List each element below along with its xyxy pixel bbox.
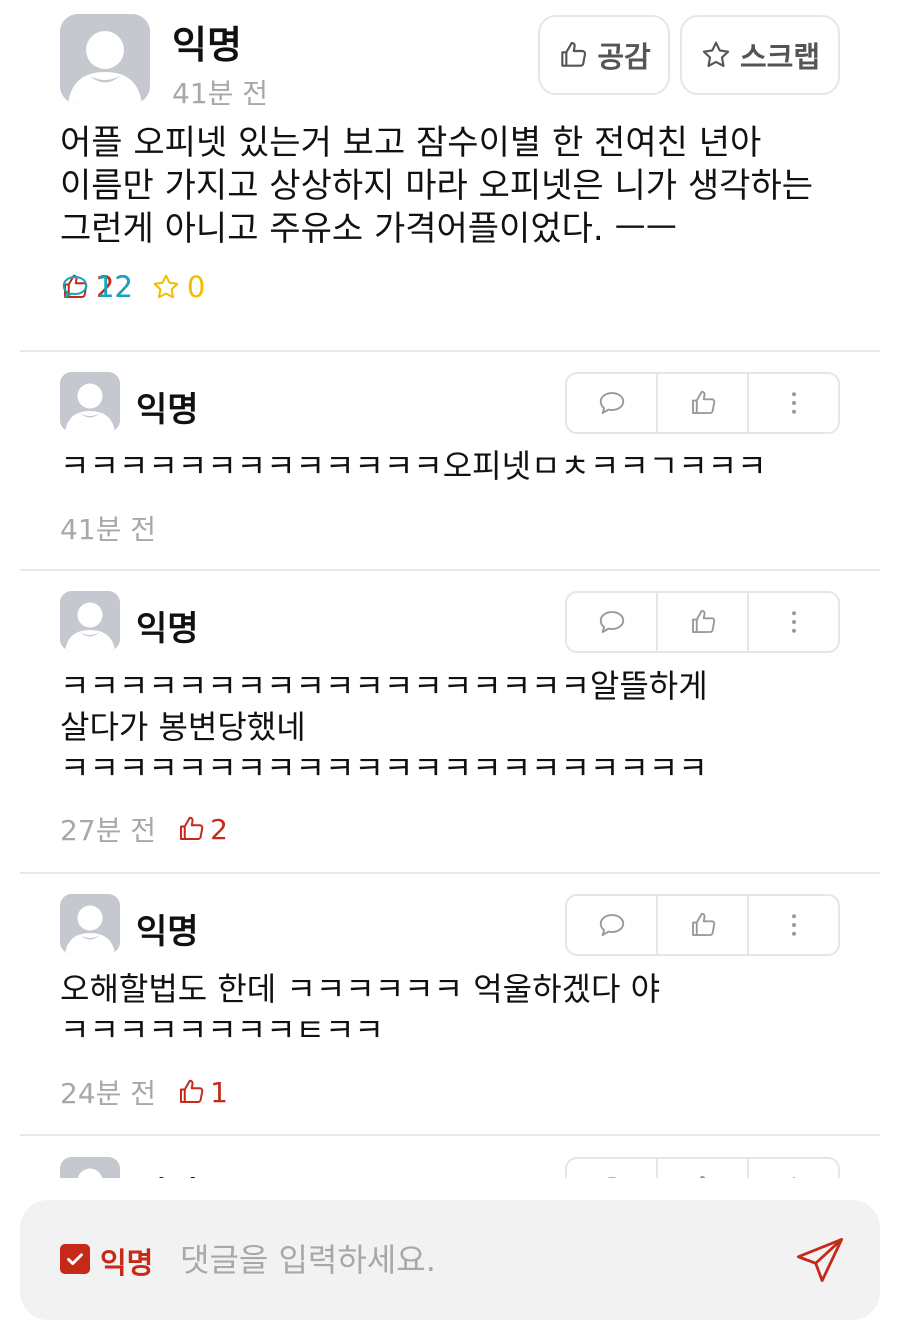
scrap-button[interactable]: 스크랩 xyxy=(680,15,840,95)
paper-plane-icon xyxy=(796,1238,844,1282)
comment-actions xyxy=(565,591,840,653)
kebab-menu-icon xyxy=(791,914,796,936)
comment-text: ㅋㅋㅋㅋㅋㅋㅋㅋㅋㅋㅋㅋㅋ오피넷ㅁㅊㅋㅋㄱㅋㅋㅋ xyxy=(60,446,840,487)
comment-more-button[interactable] xyxy=(749,593,838,651)
comment-item-partial: 익명 xyxy=(0,1137,900,1178)
send-button[interactable] xyxy=(794,1234,846,1286)
comment-timestamp: 41분 전 xyxy=(60,513,157,546)
post: 익명 41분 전 공감 스크랩 어플 오피넷 있는거 보고 잠수이별 한 전여친… xyxy=(0,0,900,352)
comment-like-button[interactable] xyxy=(658,1159,749,1178)
comment-author: 익명 xyxy=(136,1167,199,1178)
comment-more-button[interactable] xyxy=(749,374,838,432)
comment-input[interactable] xyxy=(180,1230,780,1290)
scrap-button-label: 스크랩 xyxy=(739,40,821,74)
comment-more-button[interactable] xyxy=(749,1159,838,1178)
anonymous-checkbox[interactable] xyxy=(60,1244,90,1274)
comment-actions xyxy=(565,894,840,956)
default-avatar-icon xyxy=(60,591,120,651)
comment-author: 익명 xyxy=(136,912,199,952)
post-body-line: 이름만 가지고 상상하지 마라 오피넷은 니가 생각하는 xyxy=(60,166,814,206)
thumbs-up-icon xyxy=(691,609,715,633)
comment-avatar xyxy=(60,591,120,651)
post-stats: 22 12 0 xyxy=(60,270,223,304)
reply-button[interactable] xyxy=(567,593,658,651)
default-avatar-icon xyxy=(60,372,120,432)
post-timestamp: 41분 전 xyxy=(172,77,269,110)
comment-like-button[interactable] xyxy=(658,593,749,651)
kebab-menu-icon xyxy=(791,392,796,414)
thumbs-up-icon xyxy=(561,41,587,67)
comment-text: 오해할법도 한데 ㅋㅋㅋㅋㅋㅋ 억울하겠다 야 ㅋㅋㅋㅋㅋㅋㅋㅋㅌㅋㅋ xyxy=(60,969,840,1051)
reply-button[interactable] xyxy=(567,896,658,954)
comment-text-line: 살다가 봉변당했네 xyxy=(60,708,306,746)
star-icon xyxy=(702,41,730,67)
post-body: 어플 오피넷 있는거 보고 잠수이별 한 전여친 년아 이름만 가지고 상상하지… xyxy=(60,122,860,251)
comment-text-line: 오해할법도 한데 ㅋㅋㅋㅋㅋㅋ 억울하겠다 야 xyxy=(60,970,661,1008)
comment-input-bar: 익명 xyxy=(20,1200,880,1320)
default-avatar-icon xyxy=(60,1157,120,1178)
comment-timestamp: 27분 전 xyxy=(60,814,157,847)
thumbs-up-icon xyxy=(691,390,715,414)
reply-button[interactable] xyxy=(567,1159,658,1178)
kebab-menu-icon xyxy=(791,1177,796,1178)
comment-count: 12 xyxy=(60,270,900,304)
speech-bubble-icon xyxy=(599,392,624,414)
comment-avatar xyxy=(60,1157,120,1178)
comment-item: 익명 xyxy=(0,1137,900,1178)
comment-avatar xyxy=(60,894,120,954)
comment-like-button[interactable] xyxy=(658,896,749,954)
thumbs-up-icon xyxy=(699,1175,705,1178)
reply-button[interactable] xyxy=(567,374,658,432)
comment-item: 익명 ㅋㅋㅋㅋㅋㅋㅋㅋㅋㅋㅋㅋㅋㅋㅋㅋㅋㅋ알뜰하게 살다가 봉변당했네 ㅋㅋㅋㅋ… xyxy=(0,571,900,872)
post-avatar xyxy=(60,14,150,104)
thumbs-up-icon xyxy=(180,816,204,840)
post-body-line: 어플 오피넷 있는거 보고 잠수이별 한 전여친 년아 xyxy=(60,123,762,163)
comment-timestamp: 24분 전 xyxy=(60,1077,157,1110)
comment-author: 익명 xyxy=(136,609,199,649)
speech-bubble-icon xyxy=(599,611,624,633)
comment-avatar xyxy=(60,372,120,432)
like-button-label: 공감 xyxy=(597,40,651,74)
comment-count-value: 12 xyxy=(96,270,133,304)
comment-more-button[interactable] xyxy=(749,896,838,954)
kebab-menu-icon xyxy=(791,611,796,633)
comment-actions xyxy=(565,372,840,434)
speech-bubble-icon xyxy=(606,1177,617,1178)
comment-like-button[interactable] xyxy=(658,374,749,432)
comment-meta: 27분 전 2 xyxy=(60,809,228,849)
comment-meta: 24분 전 1 xyxy=(60,1072,228,1112)
comment-vote-value: 2 xyxy=(210,812,228,846)
comment-item: 익명 오해할법도 한데 ㅋㅋㅋㅋㅋㅋ 억울하겠다 야 ㅋㅋㅋㅋㅋㅋㅋㅋㅌㅋㅋ 2… xyxy=(0,874,900,1134)
comment-actions xyxy=(565,1157,840,1178)
comment-text-line: ㅋㅋㅋㅋㅋㅋㅋㅋㅋㅋㅋㅋㅋㅋㅋㅋㅋㅋㅋㅋㅋㅋ xyxy=(60,749,708,787)
checkbox-check-icon xyxy=(67,1253,83,1266)
comment-text: ㅋㅋㅋㅋㅋㅋㅋㅋㅋㅋㅋㅋㅋㅋㅋㅋㅋㅋ알뜰하게 살다가 봉변당했네 ㅋㅋㅋㅋㅋㅋㅋ… xyxy=(60,666,840,789)
comment-text-line: ㅋㅋㅋㅋㅋㅋㅋㅋㅌㅋㅋ xyxy=(60,1011,384,1049)
comment-vote-count: 2 xyxy=(176,813,228,846)
comment-vote-count: 1 xyxy=(176,1076,228,1109)
speech-bubble-icon xyxy=(599,914,624,936)
default-avatar-icon xyxy=(60,14,150,104)
default-avatar-icon xyxy=(60,894,120,954)
post-author: 익명 xyxy=(172,23,242,67)
comment-vote-value: 1 xyxy=(210,1075,228,1109)
comment-item: 익명 ㅋㅋㅋㅋㅋㅋㅋㅋㅋㅋㅋㅋㅋ오피넷ㅁㅊㅋㅋㄱㅋㅋㅋ 41분 전 xyxy=(0,352,900,570)
comment-meta: 41분 전 xyxy=(60,508,156,548)
divider xyxy=(20,1134,880,1136)
thumbs-up-icon xyxy=(180,1079,204,1103)
thumbs-up-icon xyxy=(691,912,715,936)
comment-text-line: ㅋㅋㅋㅋㅋㅋㅋㅋㅋㅋㅋㅋㅋ오피넷ㅁㅊㅋㅋㄱㅋㅋㅋ xyxy=(60,447,767,485)
anonymous-label[interactable]: 익명 xyxy=(100,1240,153,1282)
comment-text-line: ㅋㅋㅋㅋㅋㅋㅋㅋㅋㅋㅋㅋㅋㅋㅋㅋㅋㅋ알뜰하게 xyxy=(60,667,708,705)
post-body-line: 그런게 아니고 주유소 가격어플이었다. ㅡㅡ xyxy=(60,209,678,249)
speech-bubble-icon xyxy=(62,276,88,298)
comment-author: 익명 xyxy=(136,390,199,430)
like-button[interactable]: 공감 xyxy=(538,15,670,95)
